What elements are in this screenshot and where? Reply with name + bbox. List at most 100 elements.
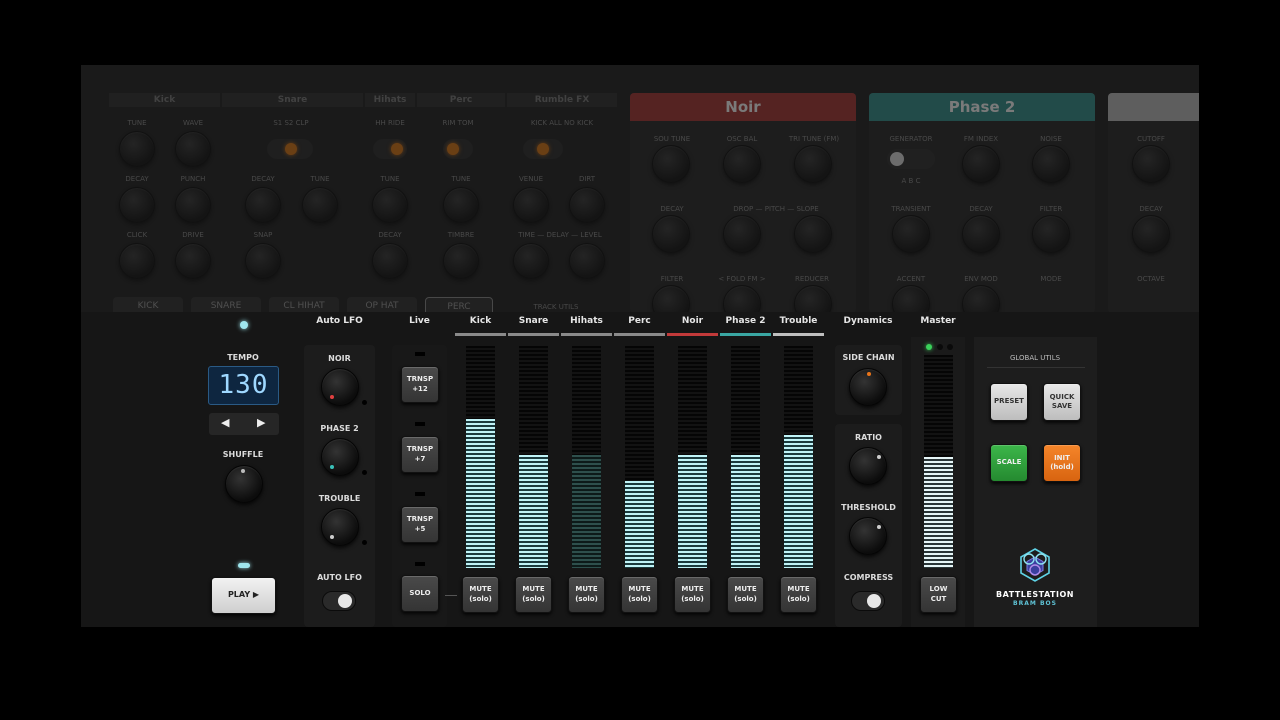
channel-level-fill — [519, 454, 548, 568]
divider — [987, 367, 1085, 368]
knob-snare-tune[interactable] — [302, 187, 338, 223]
knob-threshold[interactable] — [849, 517, 887, 555]
tab-perc[interactable]: PERC — [425, 297, 493, 312]
master-header: Master — [920, 316, 956, 326]
knob-noir-drop[interactable] — [723, 215, 761, 253]
tab-snare[interactable]: SNARE — [191, 297, 261, 312]
knob-trouble-decay[interactable] — [1132, 215, 1170, 253]
knob-lfo-trouble[interactable] — [321, 508, 359, 546]
knob-lfo-noir[interactable] — [321, 368, 359, 406]
channel-level-meter[interactable] — [572, 346, 601, 568]
tempo-up-icon[interactable]: ▶ — [257, 416, 265, 429]
knob-kick-punch[interactable] — [175, 187, 211, 223]
label-fm-index: FM INDEX — [963, 135, 999, 143]
preset-button[interactable]: PRESET — [990, 383, 1028, 421]
channel-level-meter[interactable] — [731, 346, 760, 568]
init-button[interactable]: INIT (hold) — [1043, 444, 1081, 482]
low-cut-button[interactable]: LOW CUT — [920, 576, 957, 613]
knob-hihat-tune[interactable] — [372, 187, 408, 223]
knob-phase2-filter[interactable] — [1032, 215, 1070, 253]
knob-kick-decay[interactable] — [119, 187, 155, 223]
knob-indicator — [330, 535, 334, 539]
knob-side-chain[interactable] — [849, 368, 887, 406]
mute-button[interactable]: MUTE (solo) — [780, 576, 817, 613]
quick-save-button[interactable]: QUICK SAVE — [1043, 383, 1081, 421]
play-button[interactable]: PLAY ▶ — [211, 577, 276, 614]
knob-hihat-decay[interactable] — [372, 243, 408, 279]
knob-rumble-level[interactable] — [569, 243, 605, 279]
knob-kick-wave[interactable] — [175, 131, 211, 167]
channel-level-fill — [625, 481, 654, 568]
label-decay: DECAY — [660, 205, 684, 213]
auto-lfo-toggle[interactable] — [322, 591, 356, 611]
knob-ratio[interactable] — [849, 447, 887, 485]
generator-switch[interactable] — [887, 149, 935, 169]
knob-perc-timbre[interactable] — [443, 243, 479, 279]
auto-lfo-toggle-label: AUTO LFO — [317, 573, 362, 582]
knob-kick-click[interactable] — [119, 243, 155, 279]
label-octave: OCTAVE — [1137, 275, 1165, 283]
mute-button[interactable]: MUTE (solo) — [568, 576, 605, 613]
noir-title: Noir — [630, 93, 856, 121]
toggle-thumb — [867, 594, 881, 608]
channel-label: Snare — [518, 316, 549, 326]
tab-op-hat[interactable]: OP HAT — [347, 297, 417, 312]
knob-rumble-time[interactable] — [513, 243, 549, 279]
knob-phase2-fm-index[interactable] — [962, 145, 1000, 183]
channel-level-fill — [731, 454, 760, 568]
knob-snare-decay[interactable] — [245, 187, 281, 223]
channel-level-meter[interactable] — [784, 346, 813, 568]
mute-button[interactable]: MUTE (solo) — [621, 576, 658, 613]
knob-rumble-dirt[interactable] — [569, 187, 605, 223]
mute-button[interactable]: MUTE (solo) — [727, 576, 764, 613]
channel-level-meter[interactable] — [625, 346, 654, 568]
knob-noir-slope[interactable] — [794, 215, 832, 253]
knob-rumble-venue[interactable] — [513, 187, 549, 223]
mute-button[interactable]: MUTE (solo) — [674, 576, 711, 613]
rumble-selector[interactable] — [523, 139, 563, 159]
label-decay: DECAY — [969, 205, 993, 213]
perc-selector[interactable] — [443, 139, 473, 159]
knob-phase2-transient[interactable] — [892, 215, 930, 253]
knob-kick-drive[interactable] — [175, 243, 211, 279]
knob-noir-sub-tune[interactable] — [652, 145, 690, 183]
snare-selector[interactable] — [267, 139, 313, 159]
hihat-selector[interactable] — [373, 139, 407, 159]
compress-toggle[interactable] — [851, 591, 885, 611]
knob-snare-snap[interactable] — [245, 243, 281, 279]
knob-trouble-cutoff[interactable] — [1132, 145, 1170, 183]
transpose-5-button[interactable]: TRNSP +5 — [401, 506, 439, 543]
knob-perc-tune[interactable] — [443, 187, 479, 223]
channel-level-meter[interactable] — [678, 346, 707, 568]
label-filter: FILTER — [660, 275, 684, 283]
knob-phase2-decay[interactable] — [962, 215, 1000, 253]
knob-shuffle[interactable] — [225, 465, 263, 503]
tempo-down-icon[interactable]: ◀ — [221, 416, 229, 429]
knob-noir-decay[interactable] — [652, 215, 690, 253]
knob-lfo-phase2[interactable] — [321, 438, 359, 476]
knob-phase2-noise[interactable] — [1032, 145, 1070, 183]
label-tri-tune: TRI TUNE (FM) — [788, 135, 840, 143]
compress-label: COMPRESS — [843, 573, 894, 582]
knob-noir-osc-bal[interactable] — [723, 145, 761, 183]
brand-author: BRAM BOS — [1013, 600, 1057, 607]
knob-noir-tri-tune[interactable] — [794, 145, 832, 183]
knob-indicator — [867, 372, 871, 376]
label-decay: DECAY — [1139, 205, 1163, 213]
knob-kick-tune[interactable] — [119, 131, 155, 167]
transpose-7-button[interactable]: TRNSP +7 — [401, 436, 439, 473]
channel-level-meter[interactable] — [519, 346, 548, 568]
mute-button[interactable]: MUTE (solo) — [462, 576, 499, 613]
scale-button[interactable]: SCALE — [990, 444, 1028, 482]
hihat-selector-label: HH RIDE — [375, 119, 405, 127]
label-generator: GENERATOR — [889, 135, 933, 143]
tab-cl-hihat[interactable]: CL HIHAT — [269, 297, 339, 312]
tempo-display[interactable]: 130 — [208, 366, 279, 405]
channel-level-meter[interactable] — [466, 346, 495, 568]
mixer-panel: TEMPO 130 ◀ ▶ SHUFFLE PLAY ▶ Auto LFO NO… — [81, 312, 1199, 627]
tab-kick[interactable]: KICK — [113, 297, 183, 312]
mute-button[interactable]: MUTE (solo) — [515, 576, 552, 613]
transpose-12-button[interactable]: TRNSP +12 — [401, 366, 439, 403]
label-timbre: TIMBRE — [447, 231, 475, 239]
solo-button[interactable]: SOLO — [401, 575, 439, 612]
